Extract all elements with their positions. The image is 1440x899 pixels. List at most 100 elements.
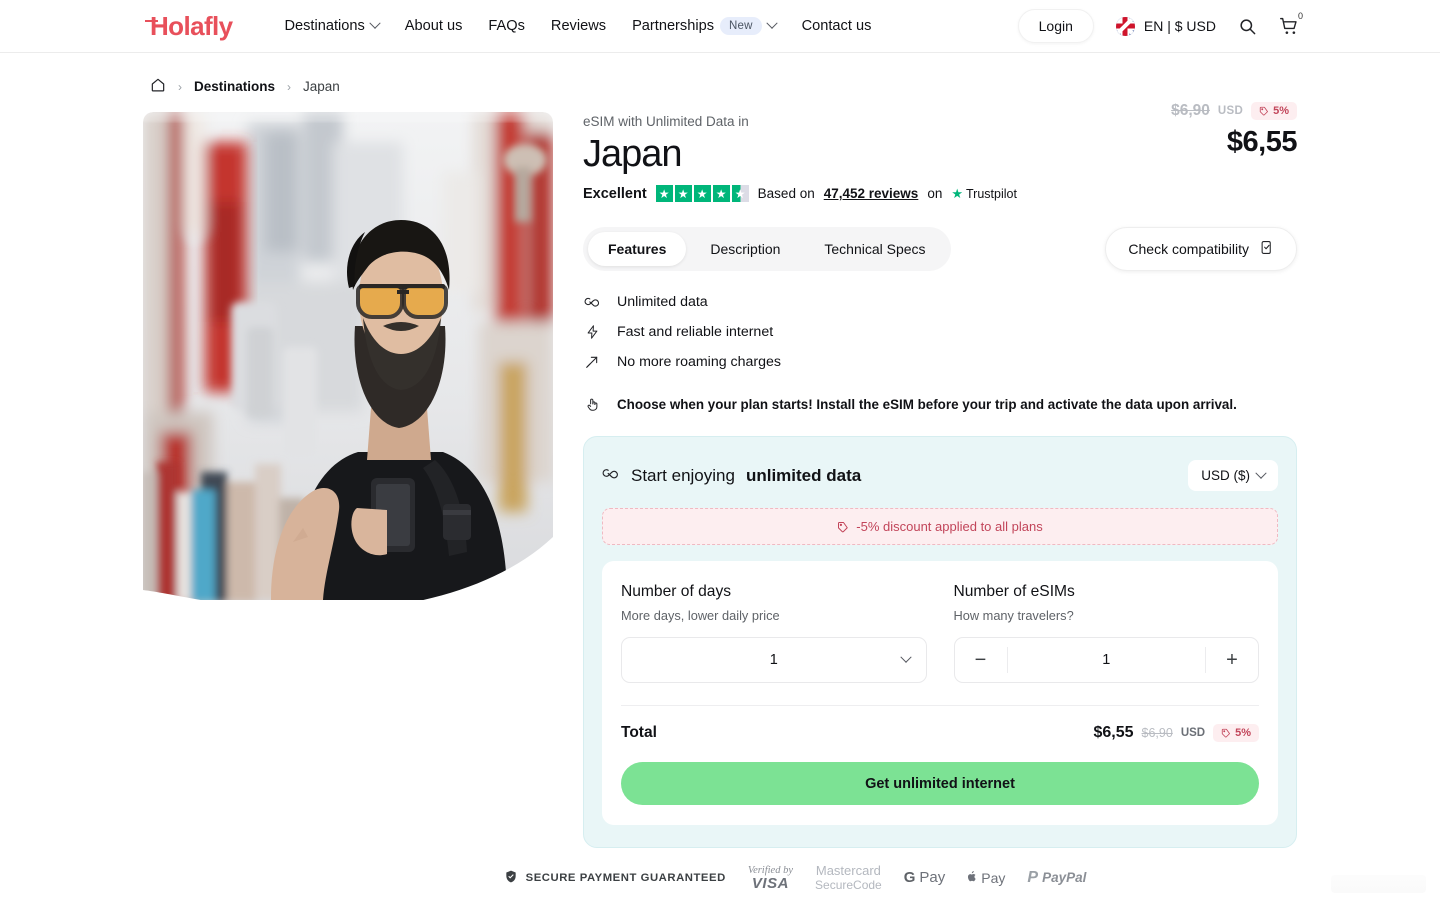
promo-text: -5% discount applied to all plans — [856, 519, 1043, 534]
cart-icon[interactable]: 0 — [1279, 11, 1303, 37]
main-content: $6,90 USD 5% $6,55 eSIM with Unlimited D… — [0, 96, 1440, 848]
verified-by-visa-logo: Verified by VISA — [748, 865, 793, 892]
star-icon: ★ — [712, 185, 730, 202]
nav-item-contact-us[interactable]: Contact us — [802, 18, 872, 34]
google-pay-logo: G Pay — [904, 869, 946, 886]
discount-value: 5% — [1273, 105, 1289, 117]
esims-value[interactable]: 1 — [1008, 652, 1206, 668]
infinity-icon — [583, 293, 601, 310]
feature-fast-internet: Fast and reliable internet — [583, 324, 1297, 340]
total-values: $6,55 $6,90 USD 5% — [1093, 724, 1259, 742]
tag-icon — [1259, 106, 1269, 116]
feature-no-roaming: No more roaming charges — [583, 354, 1297, 370]
nav-label: Reviews — [550, 18, 607, 34]
purchase-title-plain: Start enjoying — [631, 465, 735, 485]
corner-widget[interactable] — [1331, 875, 1426, 893]
esims-increment-button[interactable]: + — [1206, 638, 1258, 682]
divider — [621, 705, 1259, 706]
days-selector-group: Number of days More days, lower daily pr… — [621, 583, 927, 683]
nav-item-faqs[interactable]: FAQs — [488, 18, 525, 34]
chevron-down-icon — [1255, 467, 1267, 479]
plan-configurator: Number of days More days, lower daily pr… — [602, 561, 1278, 825]
new-badge: New — [720, 17, 762, 35]
nav-label: Destinations — [284, 18, 365, 34]
hand-tap-icon — [583, 396, 601, 413]
nav-item-reviews[interactable]: Reviews — [551, 18, 606, 34]
total-current: $6,55 — [1093, 724, 1134, 741]
on-text: on — [927, 186, 943, 201]
days-value: 1 — [769, 652, 778, 668]
total-currency: USD — [1180, 727, 1206, 739]
paypal-logo: P PayPal — [1027, 869, 1086, 887]
days-dropdown[interactable]: 1 — [621, 637, 927, 683]
days-title: Number of days — [621, 583, 732, 600]
days-subtitle: More days, lower daily price — [621, 608, 780, 623]
feature-unlimited-data: Unlimited data — [583, 293, 1297, 310]
infinity-icon — [602, 464, 620, 487]
price-current: $6,55 — [1226, 126, 1298, 158]
total-discount-badge: 5% — [1213, 724, 1259, 742]
trustpilot-label: Trustpilot — [966, 186, 1017, 201]
logo-text: Holafly — [150, 11, 233, 41]
hero-illustration — [143, 112, 553, 600]
search-icon[interactable] — [1238, 17, 1257, 36]
reviews-link[interactable]: 47,452 reviews — [824, 186, 919, 201]
paypal-mark: P — [1027, 868, 1039, 886]
shield-check-icon — [504, 869, 518, 887]
feature-label: No more roaming charges — [617, 354, 782, 370]
header-actions: Login EN | $ USD 0 — [1017, 9, 1303, 43]
mastercard-line1: Mastercard — [815, 863, 881, 878]
notice-text: Choose when your plan starts! Install th… — [617, 397, 1237, 412]
total-discount-value: 5% — [1235, 727, 1251, 739]
check-compatibility-label: Check compatibility — [1128, 241, 1249, 257]
promo-banner: -5% discount applied to all plans — [602, 508, 1278, 545]
star-half-icon: ★ — [731, 185, 749, 202]
tab-features[interactable]: Features — [588, 232, 687, 266]
trustpilot-logo[interactable]: ★ Trustpilot — [951, 186, 1017, 202]
apple-pay-label: Pay — [981, 869, 1006, 886]
star-icon: ★ — [655, 185, 673, 202]
lightning-bolt-icon — [583, 324, 601, 340]
rating-word: Excellent — [583, 185, 647, 202]
esims-subtitle: How many travelers? — [953, 608, 1074, 623]
features-list: Unlimited data Fast and reliable interne… — [583, 293, 1297, 370]
price-block: $6,90 USD 5% $6,55 — [1171, 102, 1297, 159]
discount-badge: 5% — [1251, 102, 1297, 120]
total-row: Total $6,55 $6,90 USD 5% — [621, 724, 1259, 742]
nav-item-about-us[interactable]: About us — [405, 18, 463, 34]
currency-selector[interactable]: USD ($) — [1188, 460, 1278, 491]
locale-label: EN | $ USD — [1143, 18, 1216, 34]
get-unlimited-internet-button[interactable]: Get unlimited internet — [621, 762, 1259, 805]
main-nav: Destinations About us FAQs Reviews Partn… — [284, 17, 871, 35]
login-button[interactable]: Login — [1017, 9, 1094, 43]
mastercard-line2: SecureCode — [815, 877, 882, 892]
rating-row: Excellent ★ ★ ★ ★ ★ Based on 47,452 revi… — [583, 185, 1297, 202]
phone-check-icon — [1259, 240, 1274, 258]
esims-decrement-button[interactable]: − — [955, 638, 1007, 682]
purchase-title-bold: unlimited data — [745, 465, 862, 485]
tag-icon — [838, 521, 849, 532]
price-currency: USD — [1217, 105, 1244, 117]
nav-item-destinations[interactable]: Destinations — [284, 17, 381, 34]
uk-flag-icon — [1115, 16, 1135, 36]
tab-description[interactable]: Description — [690, 232, 800, 266]
star-icon: ★ — [674, 185, 692, 202]
check-compatibility-button[interactable]: Check compatibility — [1105, 227, 1297, 271]
nav-label: Contact us — [801, 18, 872, 34]
logo-bar — [145, 20, 158, 23]
cart-count: 0 — [1297, 10, 1303, 21]
tabs-row: Features Description Technical Specs Che… — [583, 227, 1297, 271]
breadcrumb: › Destinations › Japan — [0, 53, 1440, 96]
locale-selector[interactable]: EN | $ USD — [1115, 16, 1216, 36]
selector-grid: Number of days More days, lower daily pr… — [621, 583, 1259, 683]
nav-label: About us — [404, 18, 463, 34]
secure-payment-text: SECURE PAYMENT GUARANTEED — [525, 871, 726, 884]
esims-selector-group: Number of eSIMs How many travelers? − 1 … — [953, 583, 1259, 683]
tab-technical-specs[interactable]: Technical Specs — [804, 232, 945, 266]
holafly-logo[interactable]: Holafly — [145, 11, 233, 41]
gpay-mark: G — [903, 869, 916, 887]
star-icon: ★ — [693, 185, 711, 202]
breadcrumb-item-destinations[interactable]: Destinations — [194, 79, 275, 94]
home-icon[interactable] — [150, 77, 166, 96]
nav-item-partnerships[interactable]: Partnerships New — [632, 17, 778, 35]
